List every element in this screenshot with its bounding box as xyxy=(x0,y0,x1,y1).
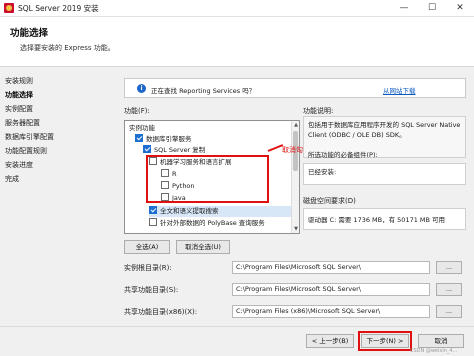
checkbox[interactable] xyxy=(143,145,151,153)
cancel-button[interactable]: 取消 xyxy=(418,334,464,348)
nav-item-install-progress[interactable]: 安装进度 xyxy=(5,160,33,170)
reporting-services-info-bar: i 正在查找 Reporting Services 吗？ 从网站下载 xyxy=(124,78,466,98)
description-label: 功能说明: xyxy=(303,107,334,115)
disk-space-label: 磁盘空间要求(D) xyxy=(303,197,356,205)
nav-item-instance-config[interactable]: 实例配置 xyxy=(5,104,33,114)
nav-item-complete[interactable]: 完成 xyxy=(5,174,19,184)
scroll-up-icon[interactable]: ▲ xyxy=(292,121,299,129)
shared-x86-field[interactable]: C:\Program Files (x86)\Microsoft SQL Ser… xyxy=(232,305,430,318)
page-subtitle: 选择要安装的 Express 功能。 xyxy=(20,44,115,52)
page-title: 功能选择 xyxy=(10,28,49,39)
feature-fulltext-search[interactable]: 全文和语义提取搜索 xyxy=(149,206,291,217)
prereq-label: 所选功能的必备组件(P): xyxy=(308,151,378,159)
shared-x86-label: 共享功能目录(x86)(X): xyxy=(124,308,198,316)
title-bar: SQL Server 2019 安装 — ☐ ✕ xyxy=(0,0,474,17)
select-all-button[interactable]: 全选(A) xyxy=(124,240,170,254)
nav-item-server-config[interactable]: 服务器配置 xyxy=(5,118,40,128)
window-title: SQL Server 2019 安装 xyxy=(18,4,99,13)
disk-space-text: 驱动器 C: 需要 1736 MB，有 50171 MB 可用 xyxy=(303,208,466,230)
minimize-button[interactable]: — xyxy=(390,0,418,17)
scroll-down-icon[interactable]: ▼ xyxy=(292,225,299,233)
watermark: CSDN @weixin_4... xyxy=(410,348,458,354)
features-label: 功能(F): xyxy=(124,107,150,115)
nav-item-install-rules[interactable]: 安装规则 xyxy=(5,76,33,86)
page-header: 功能选择 选择要安装的 Express 功能。 xyxy=(0,17,474,67)
instance-root-browse-button[interactable]: ... xyxy=(436,261,462,274)
checkbox[interactable] xyxy=(149,206,157,214)
shared-dir-label: 共享功能目录(S): xyxy=(124,286,179,294)
prereq-installed: 已经安装: xyxy=(303,163,466,185)
info-icon: i xyxy=(137,84,146,93)
sql-server-app-icon xyxy=(4,3,14,13)
feature-polybase[interactable]: 针对外部数据的 PolyBase 查询服务 xyxy=(149,218,265,229)
deselect-all-button[interactable]: 取消全选(U) xyxy=(176,240,230,254)
shared-dir-browse-button[interactable]: ... xyxy=(436,283,462,296)
shared-dir-field[interactable]: C:\Program Files\Microsoft SQL Server\ xyxy=(232,283,430,296)
checkbox[interactable] xyxy=(135,134,143,142)
nav-item-feature-config-rules[interactable]: 功能配置规则 xyxy=(5,146,47,156)
instance-root-label: 实例根目录(R): xyxy=(124,264,172,272)
step-navigation: 安装规则 功能选择 实例配置 服务器配置 数据库引擎配置 功能配置规则 安装进度… xyxy=(0,68,116,356)
nav-item-db-engine-config[interactable]: 数据库引擎配置 xyxy=(5,132,54,142)
feature-label: 数据库引擎服务 xyxy=(146,135,192,143)
next-button[interactable]: 下一步(N) > xyxy=(361,334,409,348)
close-button[interactable]: ✕ xyxy=(446,0,474,17)
download-link[interactable]: 从网站下载 xyxy=(383,85,416,95)
feature-label: 针对外部数据的 PolyBase 查询服务 xyxy=(160,219,265,227)
shared-x86-browse-button[interactable]: ... xyxy=(436,305,462,318)
info-text: 正在查找 Reporting Services 吗？ xyxy=(151,87,256,95)
nav-item-feature-selection[interactable]: 功能选择 xyxy=(5,90,33,100)
features-scrollbar[interactable]: ▲ ▼ xyxy=(291,121,299,233)
maximize-button[interactable]: ☐ xyxy=(418,0,446,17)
feature-label: 实例功能 xyxy=(129,124,155,132)
back-button[interactable]: < 上一步(B) xyxy=(306,334,354,348)
feature-label: 全文和语义提取搜索 xyxy=(160,207,219,215)
checkbox[interactable] xyxy=(149,218,157,226)
annotation-highlight-box xyxy=(146,155,269,203)
instance-root-field[interactable]: C:\Program Files\Microsoft SQL Server\ xyxy=(232,261,430,274)
feature-instance-features: 实例功能 xyxy=(129,123,155,134)
feature-db-engine[interactable]: 数据库引擎服务 xyxy=(135,134,192,145)
feature-label: SQL Server 复制 xyxy=(154,146,206,154)
